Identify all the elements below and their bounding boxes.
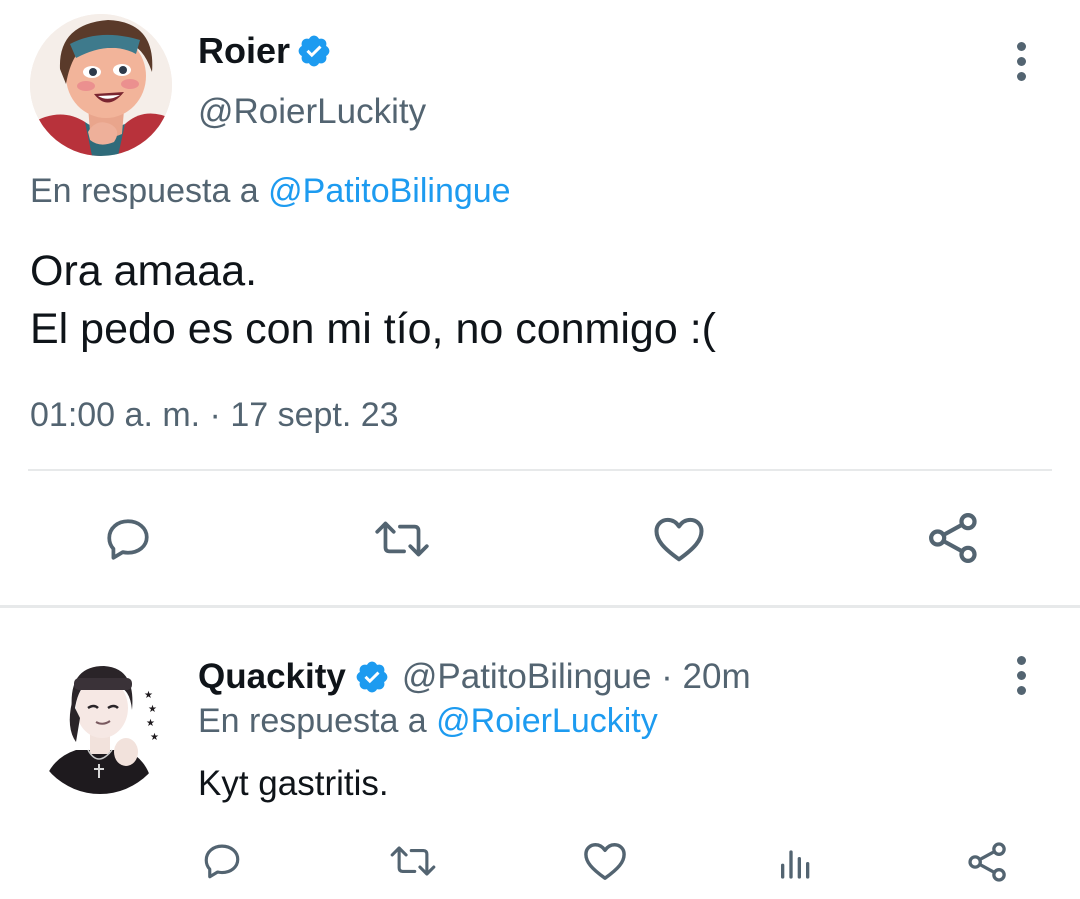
reply-author-name[interactable]: Quackity	[198, 657, 346, 697]
tweet-text-line: Ora amaaa.	[30, 247, 258, 295]
roier-avatar[interactable]	[30, 14, 172, 156]
verified-badge-icon	[296, 33, 332, 69]
svg-text:★: ★	[144, 690, 153, 701]
reply-action-bar	[0, 838, 1080, 888]
svg-text:★: ★	[146, 718, 155, 729]
share-icon[interactable]	[966, 840, 1010, 884]
reply-icon[interactable]	[103, 514, 153, 564]
reply-tweet-text: Kyt gastritis.	[198, 764, 389, 803]
tweet-timestamp[interactable]: 01:00 a. m. · 17 sept. 23	[30, 396, 399, 435]
quackity-avatar-illustration: ★ ★ ★ ★	[32, 658, 168, 794]
retweet-icon[interactable]	[387, 840, 439, 882]
author-handle[interactable]: @RoierLuckity	[198, 92, 426, 132]
views-icon[interactable]	[776, 842, 816, 882]
more-options-icon[interactable]	[1011, 42, 1031, 87]
reply-context: En respuesta a @PatitoBilingue	[30, 172, 511, 211]
like-icon[interactable]	[582, 840, 628, 882]
reply-to-link[interactable]: @PatitoBilingue	[268, 172, 510, 210]
quackity-avatar[interactable]: ★ ★ ★ ★	[32, 658, 168, 794]
svg-text:★: ★	[150, 732, 159, 743]
reply-prefix: En respuesta a	[30, 172, 259, 210]
more-options-icon[interactable]	[1011, 656, 1031, 701]
reply-to-link[interactable]: @RoierLuckity	[436, 702, 658, 740]
verified-badge-icon	[354, 659, 390, 695]
reply-icon[interactable]	[201, 840, 243, 882]
roier-avatar-illustration	[30, 14, 172, 156]
reply-handle-time[interactable]: @PatitoBilingue · 20m	[402, 657, 751, 697]
tweet-text-line: El pedo es con mi tío, no conmigo :(	[30, 305, 716, 353]
reply-author-row: Quackity @PatitoBilingue · 20m	[198, 655, 751, 699]
share-icon[interactable]	[926, 510, 982, 566]
divider	[28, 469, 1052, 471]
tweet-action-bar	[0, 510, 1080, 570]
reply-prefix: En respuesta a	[198, 702, 427, 740]
author-row: Roier	[198, 28, 332, 74]
author-name[interactable]: Roier	[198, 30, 290, 72]
like-icon[interactable]	[652, 514, 706, 564]
svg-text:★: ★	[148, 704, 157, 715]
tweet-text: Ora amaaa. El pedo es con mi tío, no con…	[30, 242, 716, 358]
tweet-separator	[0, 605, 1080, 608]
reply-context: En respuesta a @RoierLuckity	[198, 702, 658, 741]
retweet-icon[interactable]	[371, 514, 433, 564]
